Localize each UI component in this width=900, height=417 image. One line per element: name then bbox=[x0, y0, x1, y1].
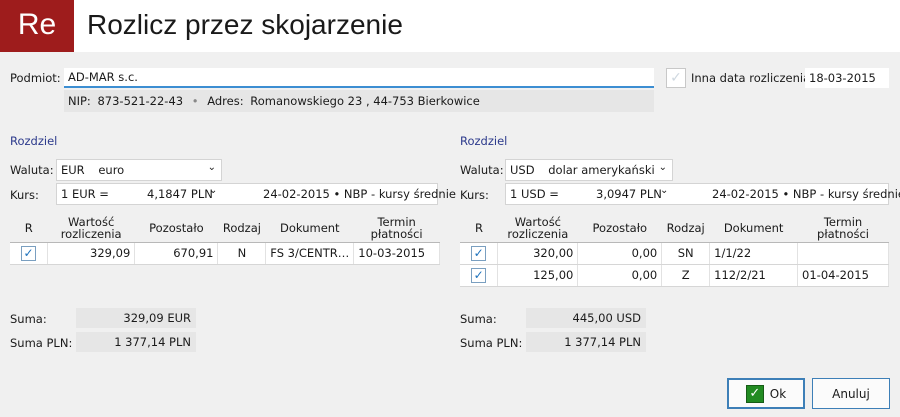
left-currency-label: Waluta: bbox=[10, 163, 54, 177]
ok-button-label: Ok bbox=[769, 386, 787, 401]
left-rate-value: 4,1847 PLN bbox=[147, 187, 213, 201]
row-type: Z bbox=[661, 264, 711, 287]
right-sum-value: 445,00 USD bbox=[526, 308, 646, 328]
left-sum-label: Suma: bbox=[10, 312, 47, 326]
left-currency-code: EUR bbox=[61, 163, 85, 177]
col-value: Wartość rozliczenia bbox=[47, 214, 135, 243]
col-value: Wartość rozliczenia bbox=[497, 214, 578, 243]
row-due: 01-04-2015 bbox=[797, 264, 889, 287]
left-sum-pln-label: Suma PLN: bbox=[10, 336, 73, 350]
row-check-cell[interactable]: ✓ bbox=[10, 242, 49, 265]
row-value[interactable]: 320,00 bbox=[497, 242, 579, 265]
col-due: Termin płatności bbox=[353, 214, 440, 243]
other-date-field[interactable]: 18-03-2015 bbox=[805, 68, 889, 88]
nip-label: NIP: bbox=[68, 94, 91, 108]
col-r: R bbox=[10, 214, 48, 243]
row-document: 112/2/21 bbox=[709, 264, 799, 287]
checkmark-icon[interactable]: ✓ bbox=[471, 267, 487, 283]
row-remaining: 0,00 bbox=[577, 242, 663, 265]
other-date-label: Inna data rozliczenia: bbox=[691, 71, 815, 85]
right-rate-field[interactable]: 1 USD = 3,0947 PLN ⌄ 24-02-2015 • NBP - … bbox=[505, 183, 900, 205]
right-section-title: Rozdziel bbox=[460, 134, 508, 148]
right-currency-code: USD bbox=[510, 163, 535, 177]
chevron-down-icon[interactable]: ⌄ bbox=[209, 185, 217, 196]
separator-dot: • bbox=[191, 94, 199, 108]
subject-details: NIP: 873-521-22-43 • Adres: Romanowskieg… bbox=[64, 90, 654, 112]
subject-name: AD-MAR s.c. bbox=[68, 70, 138, 84]
right-sum-label: Suma: bbox=[460, 312, 497, 326]
left-sum-value: 329,09 EUR bbox=[76, 308, 196, 328]
row-check-cell[interactable]: ✓ bbox=[460, 242, 499, 265]
col-due: Termin płatności bbox=[797, 214, 889, 243]
nip-value: 873-521-22-43 bbox=[97, 94, 184, 108]
row-type: N bbox=[217, 242, 267, 265]
col-type: Rodzaj bbox=[661, 214, 710, 243]
row-type: SN bbox=[661, 242, 711, 265]
row-value[interactable]: 125,00 bbox=[497, 264, 579, 287]
left-currency-name: euro bbox=[98, 163, 125, 177]
subject-label: Podmiot: bbox=[10, 71, 61, 85]
checkmark-icon[interactable]: ✓ bbox=[21, 245, 37, 261]
cancel-button[interactable]: Anuluj bbox=[812, 378, 890, 409]
right-currency-select[interactable]: USD dolar amerykański ⌄ bbox=[505, 159, 673, 181]
chevron-down-icon: ⌄ bbox=[658, 162, 667, 173]
left-sum-pln-value: 1 377,14 PLN bbox=[76, 332, 196, 352]
col-document: Dokument bbox=[709, 214, 798, 243]
row-document: 1/1/22 bbox=[709, 242, 799, 265]
right-currency-name: dolar amerykański bbox=[548, 163, 655, 177]
chevron-down-icon[interactable]: ⌄ bbox=[660, 185, 668, 196]
row-value[interactable]: 329,09 bbox=[47, 242, 136, 265]
left-rate-label: Kurs: bbox=[10, 188, 39, 202]
app-logo: Re bbox=[0, 0, 74, 52]
right-rate-label: Kurs: bbox=[460, 188, 489, 202]
right-rate-info: 24-02-2015 • NBP - kursy średnie bbox=[712, 187, 900, 201]
row-due bbox=[797, 242, 889, 265]
checkmark-icon: ✓ bbox=[670, 70, 682, 86]
right-settlement-table: R Wartość rozliczenia Pozostało Rodzaj D… bbox=[460, 214, 889, 287]
left-rate-unit: 1 EUR = bbox=[61, 187, 109, 201]
right-rate-value: 3,0947 PLN bbox=[596, 187, 662, 201]
row-due: 10-03-2015 bbox=[353, 242, 440, 265]
address-value: Romanowskiego 23 , 44-753 Bierkowice bbox=[250, 94, 480, 108]
right-rate-unit: 1 USD = bbox=[510, 187, 559, 201]
col-type: Rodzaj bbox=[217, 214, 266, 243]
left-currency-select[interactable]: EUR euro ⌄ bbox=[56, 159, 222, 181]
row-document: FS 3/CENTR… bbox=[265, 242, 355, 265]
row-remaining: 670,91 bbox=[134, 242, 219, 265]
chevron-down-icon: ⌄ bbox=[207, 162, 216, 173]
table-row[interactable]: ✓ 125,00 0,00 Z 112/2/21 01-04-2015 bbox=[460, 264, 889, 287]
right-sum-pln-value: 1 377,14 PLN bbox=[526, 332, 646, 352]
right-sum-pln-label: Suma PLN: bbox=[460, 336, 523, 350]
window-title: Rozlicz przez skojarzenie bbox=[87, 9, 403, 40]
left-section-title: Rozdziel bbox=[10, 134, 58, 148]
right-currency-label: Waluta: bbox=[460, 163, 504, 177]
left-settlement-table: R Wartość rozliczenia Pozostało Rodzaj D… bbox=[10, 214, 440, 265]
table-row[interactable]: ✓ 329,09 670,91 N FS 3/CENTR… 10-03-2015 bbox=[10, 242, 440, 265]
checkmark-icon: ✓ bbox=[745, 384, 764, 403]
subject-input[interactable]: AD-MAR s.c. bbox=[64, 68, 654, 88]
col-document: Dokument bbox=[265, 214, 354, 243]
col-remaining: Pozostało bbox=[577, 214, 662, 243]
left-rate-info: 24-02-2015 • NBP - kursy średnie bbox=[263, 187, 456, 201]
ok-button[interactable]: ✓ Ok bbox=[727, 378, 805, 409]
address-label: Adres: bbox=[207, 94, 244, 108]
checkmark-icon[interactable]: ✓ bbox=[471, 245, 487, 261]
row-remaining: 0,00 bbox=[577, 264, 663, 287]
col-r: R bbox=[460, 214, 498, 243]
col-remaining: Pozostało bbox=[134, 214, 218, 243]
table-row[interactable]: ✓ 320,00 0,00 SN 1/1/22 bbox=[460, 242, 889, 265]
other-date-checkbox[interactable]: ✓ bbox=[666, 68, 686, 88]
row-check-cell[interactable]: ✓ bbox=[460, 264, 499, 287]
left-rate-field[interactable]: 1 EUR = 4,1847 PLN ⌄ 24-02-2015 • NBP - … bbox=[56, 183, 456, 205]
title-bar: Re Rozlicz przez skojarzenie bbox=[0, 0, 900, 52]
